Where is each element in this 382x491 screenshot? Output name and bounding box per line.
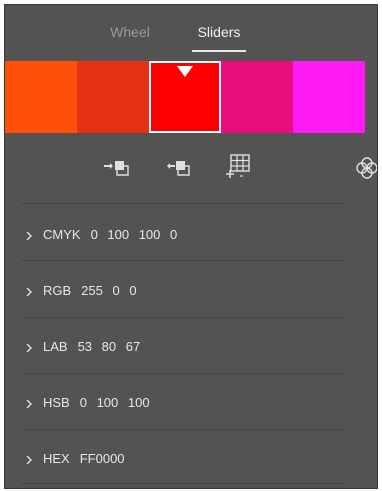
mode-row-cmyk[interactable]: CMYK 0 100 100 0: [21, 217, 346, 253]
swatch-5[interactable]: [293, 61, 365, 133]
mode-label: HEX: [43, 451, 70, 466]
divider: [21, 373, 346, 374]
divider: [21, 429, 346, 430]
chevron-right-icon: [25, 385, 39, 421]
mode-values: FF0000: [79, 451, 125, 466]
mode-row-lab[interactable]: LAB 53 80 67: [21, 329, 346, 365]
mode-values: 53 80 67: [77, 339, 141, 354]
active-tab-underline: [192, 50, 246, 52]
toolbar: [5, 153, 377, 185]
divider: [21, 203, 346, 204]
tab-sliders[interactable]: Sliders: [192, 21, 246, 53]
mode-values: 0 100 100: [79, 395, 150, 410]
color-panel: Wheel Sliders CMYK 0 100 100 0 RGB 255 0…: [4, 4, 378, 489]
add-to-swatches-grid-icon[interactable]: [223, 153, 255, 183]
mode-label: LAB: [43, 339, 68, 354]
chevron-right-icon: [25, 273, 39, 309]
swatch-1[interactable]: [5, 61, 77, 133]
divider: [21, 260, 346, 261]
mode-values: 0 100 100 0: [90, 227, 178, 242]
tab-wheel[interactable]: Wheel: [105, 21, 155, 53]
swatch-2[interactable]: [77, 61, 149, 133]
mode-row-hsb[interactable]: HSB 0 100 100: [21, 385, 346, 421]
divider: [21, 483, 346, 484]
swatch-3-selected[interactable]: [149, 61, 221, 133]
move-to-stroke-icon[interactable]: [162, 153, 194, 183]
mode-label: CMYK: [43, 227, 81, 242]
tab-bar: Wheel Sliders: [5, 21, 377, 57]
divider: [21, 317, 346, 318]
chevron-right-icon: [25, 217, 39, 253]
mode-row-rgb[interactable]: RGB 255 0 0: [21, 273, 346, 309]
chevron-right-icon: [25, 441, 39, 477]
chevron-right-icon: [25, 329, 39, 365]
move-to-fill-icon[interactable]: [101, 153, 133, 183]
mode-values: 255 0 0: [81, 283, 137, 298]
selected-swatch-marker: [177, 66, 193, 77]
mode-label: RGB: [43, 283, 72, 298]
tab-sliders-label: Sliders: [197, 24, 241, 40]
mode-label: HSB: [43, 395, 70, 410]
color-harmony-icon[interactable]: [351, 153, 377, 183]
mode-row-hex[interactable]: HEX FF0000: [21, 441, 346, 477]
swatch-4[interactable]: [221, 61, 293, 133]
swatch-strip: [5, 61, 365, 133]
